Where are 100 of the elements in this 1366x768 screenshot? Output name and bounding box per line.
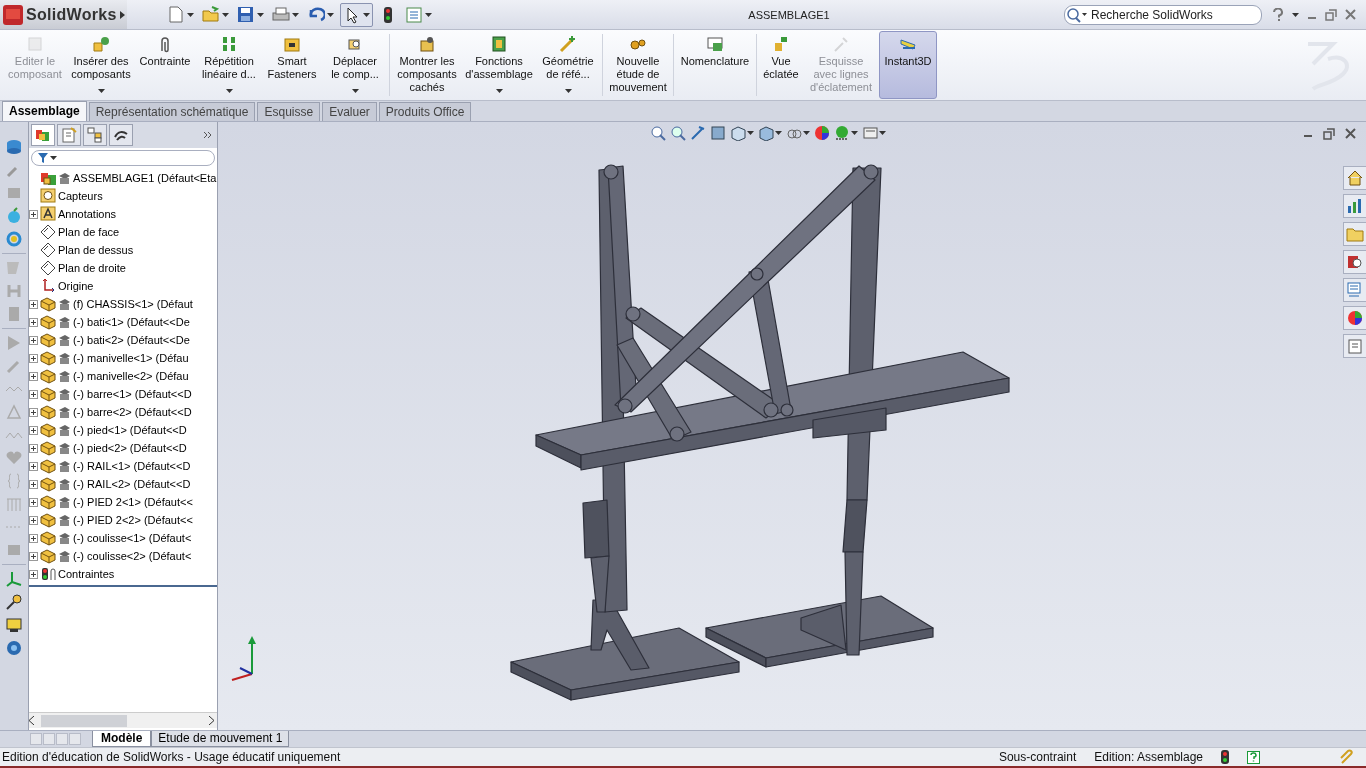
caret-icon[interactable]	[50, 156, 57, 160]
refresh-icon[interactable]	[5, 230, 23, 248]
caret-icon[interactable]	[425, 12, 432, 17]
tree-item[interactable]: Origine	[58, 280, 94, 292]
tree-item[interactable]: (-) barre<2> (Défaut<<D	[73, 406, 192, 418]
clipboard-icon[interactable]	[1343, 334, 1366, 358]
caret-icon[interactable]	[879, 131, 886, 135]
caret-icon[interactable]	[363, 12, 370, 17]
ribbon-button[interactable]: Géométrie de réfé...	[536, 31, 600, 99]
monitor-icon[interactable]	[5, 616, 23, 634]
save-icon[interactable]	[237, 5, 255, 24]
tree-item[interactable]: (-) manivelle<2> (Défau	[73, 370, 189, 382]
tree-item[interactable]: (-) bati<1> (Défaut<<De	[73, 316, 190, 328]
tree-item[interactable]: (f) CHASSIS<1> (Défaut	[73, 298, 193, 310]
traffic-light-icon[interactable]	[1221, 750, 1229, 764]
scene-icon[interactable]	[834, 125, 850, 141]
restore-icon[interactable]	[1323, 128, 1335, 140]
ribbon-button[interactable]: Répétition linéaire d...	[197, 31, 261, 99]
close-icon[interactable]	[1345, 128, 1356, 139]
tree-item[interactable]: Plan de dessus	[58, 244, 134, 256]
expand-icon[interactable]	[29, 299, 38, 309]
caret-icon[interactable]	[775, 131, 782, 135]
expand-icon[interactable]	[29, 389, 38, 399]
scroll-right-icon[interactable]	[208, 716, 214, 725]
tree-item[interactable]: (-) RAIL<2> (Défaut<<D	[73, 478, 191, 490]
expand-icon[interactable]	[29, 533, 38, 543]
expand-icon[interactable]	[29, 335, 38, 345]
print-icon[interactable]	[272, 5, 290, 24]
caret-icon[interactable]	[803, 131, 810, 135]
zoom-fit-icon[interactable]	[650, 125, 666, 141]
expand-icon[interactable]	[29, 461, 38, 471]
tree-item[interactable]: (-) pied<2> (Défaut<<D	[73, 442, 187, 454]
paperclip-icon[interactable]	[1338, 749, 1354, 765]
ribbon-tab[interactable]: Evaluer	[322, 102, 377, 121]
expand-icon[interactable]	[29, 551, 38, 561]
tree-item[interactable]: (-) manivelle<1> (Défau	[73, 352, 189, 364]
undo-icon[interactable]	[307, 5, 325, 24]
ribbon-button[interactable]: Smart Fasteners	[263, 31, 321, 99]
ribbon-button[interactable]: Nomenclature	[676, 31, 754, 99]
insert-component-icon[interactable]	[92, 35, 110, 53]
home-icon[interactable]	[1343, 166, 1366, 190]
caret-icon[interactable]	[747, 131, 754, 135]
ribbon-button[interactable]: Montrer les composants cachés	[392, 31, 462, 99]
ribbon-tab[interactable]: Représentation schématique	[88, 102, 256, 121]
caret-icon[interactable]	[851, 131, 858, 135]
expand-arrow-icon[interactable]	[119, 10, 125, 19]
tree-item[interactable]: (-) coulisse<1> (Défaut<	[73, 532, 192, 544]
tree-item[interactable]: (-) RAIL<1> (Défaut<<D	[73, 460, 191, 472]
expand-icon[interactable]	[29, 497, 38, 507]
caret-icon[interactable]	[226, 89, 233, 93]
scroll-left-icon[interactable]	[29, 716, 35, 725]
tree-item[interactable]: Plan de face	[58, 226, 120, 238]
tree-item[interactable]: ASSEMBLAGE1 (Défaut<Eta	[73, 172, 217, 184]
axes-icon[interactable]	[5, 570, 23, 588]
caret-icon[interactable]	[98, 89, 105, 93]
expand-icon[interactable]	[29, 209, 38, 219]
ribbon-button[interactable]: Vue éclatée	[759, 31, 803, 99]
quick-tips-icon[interactable]	[1247, 750, 1260, 764]
appearance-icon[interactable]	[814, 125, 830, 141]
previous-view-icon[interactable]	[690, 125, 706, 141]
caret-icon[interactable]	[292, 12, 299, 17]
ribbon-tab[interactable]: Assemblage	[2, 101, 87, 121]
tree-item[interactable]: Plan de droite	[58, 262, 126, 274]
ribbon-button[interactable]: Fonctions d'assemblage	[464, 31, 534, 99]
help-icon[interactable]	[1272, 7, 1284, 22]
caret-icon[interactable]	[352, 89, 359, 93]
caret-icon[interactable]	[565, 89, 572, 93]
ribbon-button[interactable]: Déplacer le comp...	[323, 31, 387, 99]
caret-icon[interactable]	[187, 12, 194, 17]
expand-icon[interactable]	[29, 407, 38, 417]
ribbon-button[interactable]: Contrainte	[135, 31, 195, 99]
tree-item[interactable]: (-) bati<2> (Défaut<<De	[73, 334, 190, 346]
document-tab[interactable]: Etude de mouvement 1	[151, 731, 290, 747]
help-globe-icon[interactable]	[5, 639, 23, 657]
key-icon[interactable]	[5, 593, 23, 611]
expand-icon[interactable]	[29, 479, 38, 489]
expand-panel-icon[interactable]	[203, 130, 213, 140]
expand-icon[interactable]	[29, 425, 38, 435]
ribbon-button[interactable]: Instant3D	[879, 31, 937, 99]
database-icon[interactable]	[5, 138, 23, 156]
caret-icon[interactable]	[257, 12, 264, 17]
caret-icon[interactable]	[327, 12, 334, 17]
expand-icon[interactable]	[29, 317, 38, 327]
tree-item[interactable]: (-) barre<1> (Défaut<<D	[73, 388, 192, 400]
pattern-icon[interactable]	[220, 35, 238, 53]
ribbon-tab[interactable]: Esquisse	[257, 102, 321, 121]
expand-icon[interactable]	[29, 443, 38, 453]
filter-field[interactable]	[31, 150, 215, 166]
tree-item[interactable]: (-) PIED 2<1> (Défaut<<	[73, 496, 193, 508]
document-tab[interactable]: Modèle	[92, 731, 152, 747]
tree-item[interactable]: Contraintes	[58, 568, 115, 580]
caret-icon[interactable]	[1292, 12, 1299, 17]
caret-icon[interactable]	[222, 12, 229, 17]
expand-icon[interactable]	[29, 569, 38, 579]
search-field[interactable]: Recherche SolidWorks	[1064, 4, 1262, 25]
tree-item[interactable]: (-) pied<1> (Défaut<<D	[73, 424, 187, 436]
zoom-area-icon[interactable]	[670, 125, 686, 141]
tree-item[interactable]: Annotations	[58, 208, 117, 220]
expand-icon[interactable]	[29, 353, 38, 363]
ribbon-button[interactable]: Insérer des composants	[69, 31, 133, 99]
